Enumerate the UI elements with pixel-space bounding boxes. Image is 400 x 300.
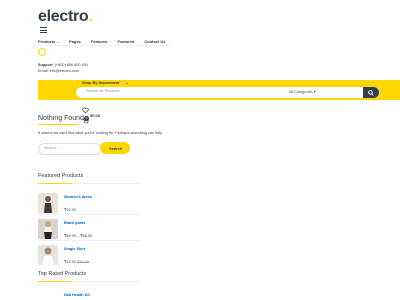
chevron-down-icon: ⌄ [56,40,59,44]
list-divider [38,214,140,215]
logo-dot: . [88,8,93,25]
support-label: Support [38,63,53,67]
product-thumbnail[interactable] [38,219,58,239]
nav-item-products[interactable]: Products ⌄ [38,39,59,44]
product-name[interactable]: Black pants [64,221,85,225]
product-price: ₹69.00 – ₹88.00 [64,234,93,238]
sale-price: ₹22.00 [64,260,76,264]
support-phone: : (+800) 856 800 604 [52,63,88,67]
top-rated-products-title: Top Rated Products [38,271,87,277]
list-divider [38,240,140,241]
not-found-message: It seems we can't find what you're looki… [38,131,164,135]
product-search-input[interactable] [76,87,379,98]
search-button-label: Search [109,146,123,151]
product-name[interactable]: Women's dress [64,195,92,199]
nav-item-features[interactable]: Features [91,39,108,44]
support-icon [38,48,46,56]
original-price: ₹35.00 [76,260,89,264]
section-accent [38,183,72,184]
product-price: ₹22.00 ₹35.00 [64,259,89,264]
section-accent [38,281,72,282]
product-price: ₹20.00 [64,208,76,212]
product-name[interactable]: Nail Health Kit [64,293,90,297]
nav-item-featured[interactable]: Featured [117,39,134,44]
category-value: All Categories [289,90,313,94]
category-select[interactable]: All Categories ▾ [289,89,316,94]
cart-total: $0.00 [90,113,101,118]
page-title: Nothing Found [38,115,84,122]
chevron-down-icon: ⌄ [125,81,129,85]
nav-item-pages[interactable]: Pages [69,39,81,44]
search-icon [368,89,374,96]
main-nav: Products ⌄ Pages Features Featured Conta… [38,39,176,44]
support-email: Email: info@electro.com [38,68,80,73]
site-logo[interactable]: electro. [38,8,93,26]
logo-text: electro [38,8,89,25]
product-thumbnail[interactable] [38,245,58,265]
chevron-down-icon: ▾ [313,90,316,94]
menu-icon[interactable] [40,27,47,35]
nav-item-contact-us[interactable]: Contact Us [144,39,165,44]
product-name[interactable]: Single Shirt [64,247,85,251]
cart-count-badge: 0 [84,116,89,121]
department-label: Shop By Department [82,81,120,85]
support-info: Support: (+800) 856 800 604 Email: info@… [38,63,88,74]
shop-by-department[interactable]: Shop By Department ⌄ [82,80,129,85]
product-search-button[interactable] [363,87,379,98]
product-search-placeholder: Search for Products [86,89,120,93]
featured-products-title: Featured Products [38,173,84,179]
product-thumbnail[interactable] [38,193,58,213]
title-underline [38,124,78,125]
nav-divider [38,45,170,46]
search-input-placeholder: Search ... [44,146,61,150]
search-underline [76,99,249,100]
